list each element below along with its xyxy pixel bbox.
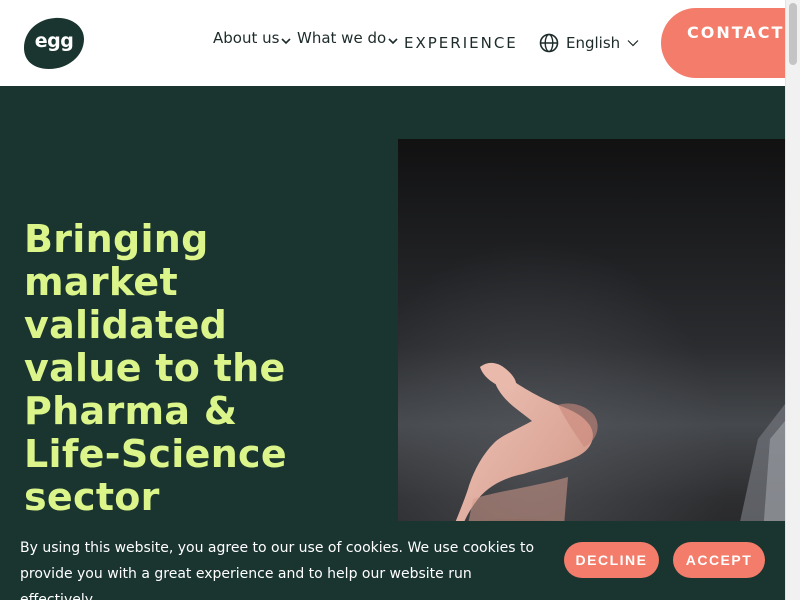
logo-text: egg bbox=[34, 30, 74, 52]
decline-cookies-button[interactable]: DECLINE bbox=[564, 542, 659, 578]
nav-about-us[interactable]: About us bbox=[213, 28, 292, 48]
egg-logo[interactable]: egg bbox=[24, 17, 84, 69]
accept-cookies-button[interactable]: ACCEPT bbox=[673, 542, 765, 578]
page-scrollbar[interactable] bbox=[785, 0, 800, 600]
hero-title: Bringing market validated value to the P… bbox=[24, 217, 287, 519]
language-selector[interactable]: English bbox=[539, 32, 639, 54]
nav-experience[interactable]: EXPERIENCE bbox=[404, 34, 518, 52]
site-header: egg About us What we do EXPERIENCE Engli… bbox=[0, 0, 800, 86]
cookie-text: By using this website, you agree to our … bbox=[20, 540, 535, 608]
nav-about-us-label: About us bbox=[213, 29, 280, 47]
chevron-down-icon bbox=[281, 37, 292, 44]
cookie-banner: By using this website, you agree to our … bbox=[0, 521, 785, 608]
scrollbar-thumb[interactable] bbox=[789, 3, 797, 65]
nav-what-we-do[interactable]: What we do bbox=[297, 28, 398, 48]
nav-what-we-do-label: What we do bbox=[297, 29, 387, 47]
chevron-down-icon bbox=[627, 40, 639, 47]
language-label: English bbox=[566, 34, 621, 52]
chevron-down-icon bbox=[388, 37, 398, 44]
globe-icon bbox=[539, 33, 559, 53]
contact-us-button[interactable]: CONTACT US bbox=[661, 8, 800, 78]
